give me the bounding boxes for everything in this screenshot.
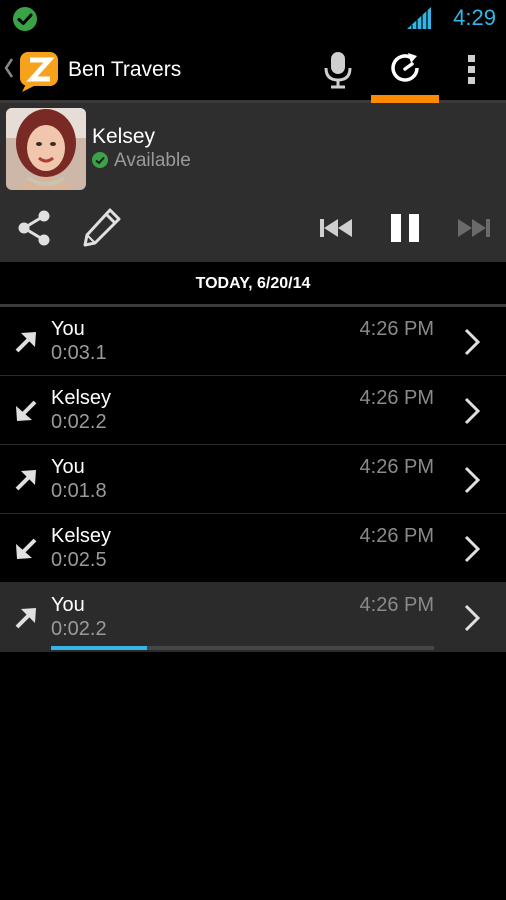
chevron-right-icon[interactable]	[461, 603, 483, 633]
message-list: You 0:03.1 4:26 PM Kelsey 0:02.2 4:26 PM…	[0, 307, 506, 652]
chevron-right-icon[interactable]	[461, 327, 483, 357]
list-item[interactable]: You 0:01.8 4:26 PM	[0, 445, 506, 514]
date-label: TODAY, 6/20/14	[195, 275, 311, 292]
list-item[interactable]: Kelsey 0:02.5 4:26 PM	[0, 514, 506, 583]
chevron-right-icon[interactable]	[461, 534, 483, 564]
previous-icon[interactable]	[316, 213, 358, 243]
presence-label: Available	[114, 150, 191, 171]
avatar[interactable]	[6, 108, 86, 190]
history-icon	[391, 53, 419, 82]
pause-icon[interactable]	[385, 208, 425, 248]
share-icon[interactable]	[14, 208, 54, 248]
list-item[interactable]: You 0:03.1 4:26 PM	[0, 307, 506, 376]
check-icon	[13, 7, 37, 31]
status-clock: 4:29	[453, 5, 496, 30]
message-sender: Kelsey	[51, 525, 112, 547]
message-sender: You	[51, 594, 85, 616]
tab-indicator	[371, 95, 439, 103]
message-duration: 0:02.5	[51, 549, 107, 571]
back-chevron-icon[interactable]	[3, 55, 15, 81]
outgoing-arrow-icon	[15, 470, 36, 491]
microphone-icon[interactable]	[318, 48, 358, 92]
next-icon[interactable]	[452, 213, 494, 243]
chevron-right-icon[interactable]	[461, 465, 483, 495]
message-duration: 0:02.2	[51, 411, 107, 433]
message-sender: You	[51, 456, 85, 478]
page-title: Ben Travers	[68, 58, 182, 81]
message-duration: 0:01.8	[51, 480, 107, 502]
tab-history[interactable]	[371, 38, 439, 103]
presence-status: Available	[92, 150, 191, 172]
playback-progress-fill	[51, 646, 147, 650]
signal-icon	[407, 7, 431, 29]
contact-name: Kelsey	[92, 125, 156, 148]
action-bar: Ben Travers	[0, 38, 506, 103]
outgoing-arrow-icon	[15, 608, 36, 629]
pencil-icon[interactable]	[80, 205, 124, 249]
message-time: 4:26 PM	[359, 525, 434, 547]
list-item[interactable]: Kelsey 0:02.2 4:26 PM	[0, 376, 506, 445]
outgoing-arrow-icon	[15, 332, 36, 353]
incoming-arrow-icon	[16, 400, 37, 421]
message-sender: You	[51, 318, 85, 340]
list-item-playing[interactable]: You 0:02.2 4:26 PM	[0, 583, 506, 652]
chevron-right-icon[interactable]	[461, 396, 483, 426]
date-section-header: TODAY, 6/20/14	[0, 262, 506, 307]
message-duration: 0:03.1	[51, 342, 107, 364]
message-duration: 0:02.2	[51, 618, 107, 640]
available-icon	[92, 152, 108, 168]
message-time: 4:26 PM	[359, 387, 434, 409]
app-logo-icon[interactable]	[18, 49, 62, 93]
message-time: 4:26 PM	[359, 594, 434, 616]
contact-card: Kelsey Available	[0, 103, 506, 262]
message-time: 4:26 PM	[359, 456, 434, 478]
incoming-arrow-icon	[16, 538, 37, 559]
overflow-menu-icon[interactable]	[455, 50, 489, 90]
message-time: 4:26 PM	[359, 318, 434, 340]
playback-progress[interactable]	[51, 646, 434, 650]
status-bar: 4:29	[0, 0, 506, 38]
message-sender: Kelsey	[51, 387, 112, 409]
